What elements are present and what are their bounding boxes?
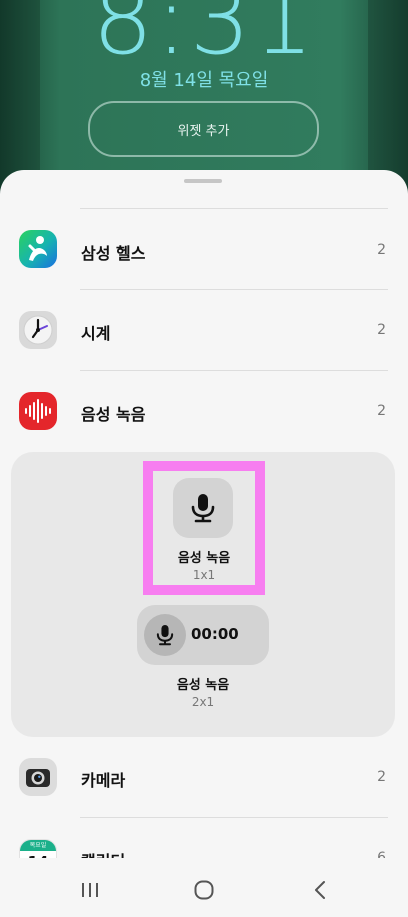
add-widget-button[interactable]: 위젯 추가	[88, 101, 319, 157]
app-name: 음성 녹음	[81, 405, 146, 424]
voice-recorder-icon	[19, 392, 57, 430]
microphone-icon	[191, 494, 215, 523]
app-row-voice-recorder[interactable]: 음성 녹음 2	[0, 371, 408, 451]
lockscreen-date: 8월 14일 목요일	[139, 70, 269, 91]
system-navigation-bar	[0, 858, 408, 917]
widget-count: 2	[377, 242, 386, 258]
home-button[interactable]	[190, 876, 218, 904]
widget-1x1-size: 1x1	[192, 568, 216, 582]
sheet-drag-handle[interactable]	[184, 179, 222, 183]
widget-count: 2	[377, 322, 386, 338]
clock-icon	[19, 311, 57, 349]
samsung-health-icon	[19, 230, 57, 268]
back-button[interactable]	[306, 876, 334, 904]
widget-count: 2	[377, 769, 386, 785]
app-row-samsung-health[interactable]: 삼성 헬스 2	[0, 210, 408, 290]
widget-2x1-preview[interactable]: 00:00	[137, 605, 269, 665]
widget-1x1-preview[interactable]	[173, 478, 233, 538]
calendar-icon-header: 목요일	[20, 840, 56, 851]
widget-count: 2	[377, 403, 386, 419]
home-icon	[194, 880, 214, 900]
app-name: 삼성 헬스	[81, 244, 146, 263]
widget-2x1-title: 음성 녹음	[176, 678, 230, 693]
app-name: 카메라	[81, 771, 126, 790]
widget-2x1-mic-button	[144, 614, 186, 656]
widget-2x1-size: 2x1	[191, 695, 215, 709]
recent-apps-icon	[82, 883, 98, 897]
app-row-clock[interactable]: 시계 2	[0, 290, 408, 370]
recent-apps-button[interactable]	[76, 876, 104, 904]
app-row-camera[interactable]: 카메라 2	[0, 737, 408, 817]
divider	[80, 208, 388, 209]
widget-1x1-title: 음성 녹음	[177, 551, 231, 566]
app-name: 시계	[81, 324, 111, 343]
widget-2x1-timer: 00:00	[191, 625, 239, 643]
camera-icon	[19, 758, 57, 796]
back-icon	[315, 881, 325, 899]
microphone-icon	[156, 625, 174, 646]
lockscreen-clock: 8:31	[92, 0, 316, 76]
